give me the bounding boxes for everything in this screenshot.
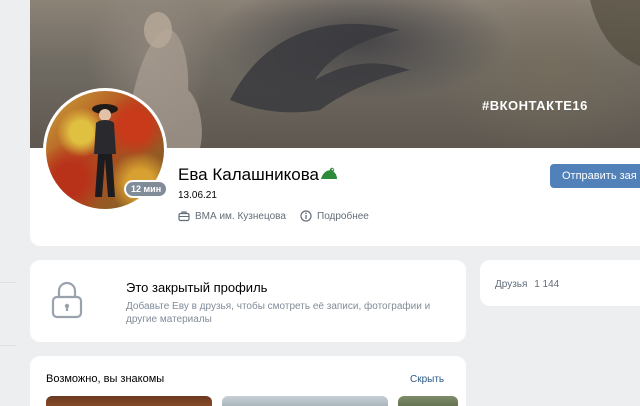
closed-profile-description: Добавьте Еву в друзья, чтобы смотреть её… — [126, 301, 431, 325]
divider — [0, 345, 16, 346]
details-label: Подробнее — [317, 210, 369, 222]
profile-name: Ева Калашникова — [178, 165, 319, 184]
profile-date: 13.06.21 — [178, 190, 217, 201]
university-info[interactable]: ВМА им. Кузнецова — [178, 210, 286, 222]
friends-card[interactable]: Друзья 1 144 — [480, 260, 640, 306]
online-time: 12 мин — [126, 182, 167, 196]
closed-profile-card: Это закрытый профиль Добавьте Еву в друз… — [30, 260, 466, 342]
friends-title: Друзья — [495, 279, 528, 290]
left-sidebar-strip — [0, 0, 18, 406]
suggestions-card: Возможно, вы знакомы Скрыть — [30, 356, 466, 406]
online-status-badge: 12 мин — [124, 180, 169, 198]
frog-icon — [319, 166, 339, 182]
briefcase-icon — [178, 211, 190, 222]
avatar-figure — [92, 104, 118, 197]
details-link[interactable]: Подробнее — [300, 210, 369, 222]
suggestion-photo[interactable] — [398, 396, 458, 406]
cover-hashtag: #ВКОНТАКТЕ16 — [482, 98, 588, 113]
friends-count: 1 144 — [534, 279, 560, 290]
suggestion-photo[interactable] — [222, 396, 388, 406]
friends-label: Друзья 1 144 — [495, 279, 559, 290]
closed-profile-title: Это закрытый профиль — [126, 280, 268, 295]
suggestions-title: Возможно, вы знакомы — [46, 373, 165, 385]
send-message-button[interactable]: Отправить зая — [550, 164, 640, 188]
hide-suggestions-link[interactable]: Скрыть — [410, 374, 444, 385]
lock-icon — [48, 280, 86, 320]
info-icon — [300, 210, 312, 222]
divider — [0, 282, 16, 283]
university-name: ВМА им. Кузнецова — [195, 210, 286, 222]
suggestion-photo[interactable] — [46, 396, 212, 406]
